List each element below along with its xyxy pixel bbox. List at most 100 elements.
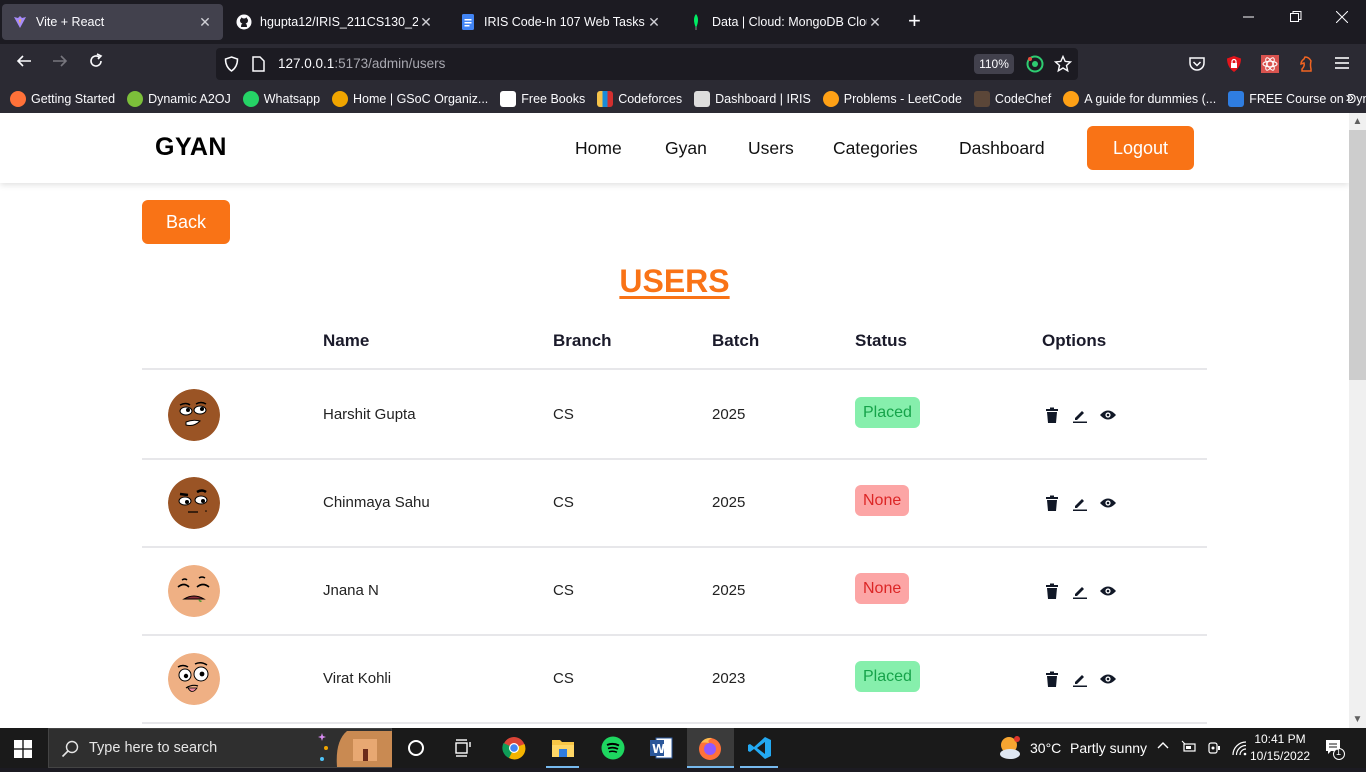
nav-gyan[interactable]: Gyan (665, 138, 707, 159)
ublock-shield-icon[interactable] (1225, 55, 1243, 78)
edit-pencil-icon[interactable] (1070, 405, 1090, 425)
close-tab-icon[interactable]: ✕ (867, 14, 883, 31)
whatsapp-icon (242, 90, 259, 107)
close-tab-icon[interactable]: ✕ (418, 14, 434, 31)
column-header-name: Name (323, 331, 370, 350)
logout-button[interactable]: Logout (1087, 126, 1194, 170)
close-tab-icon[interactable]: ✕ (646, 14, 662, 31)
bookmark-gsoc[interactable]: Home | GSoC Organiz... (332, 90, 488, 107)
zoom-level[interactable]: 110% (974, 54, 1014, 74)
nav-dashboard[interactable]: Dashboard (959, 138, 1045, 159)
taskbar-clock[interactable]: 10:41 PM 10/15/2022 (1250, 731, 1310, 765)
menu-hamburger-icon[interactable] (1334, 56, 1350, 75)
show-hidden-icons-chevron-icon[interactable] (1157, 738, 1169, 755)
reload-icon[interactable] (84, 52, 108, 75)
chrome-icon[interactable] (501, 735, 527, 761)
tab-vite-react[interactable]: Vite + React ✕ (2, 4, 223, 40)
table-row: Jnana N CS 2025 None (142, 548, 1207, 636)
extension-radar-icon[interactable] (1026, 55, 1044, 78)
cortana-icon[interactable] (403, 735, 429, 761)
page-title: USERS (0, 263, 1349, 300)
page-icon[interactable] (252, 56, 265, 77)
delete-trash-icon[interactable] (1042, 669, 1062, 689)
back-arrow-icon[interactable] (12, 52, 36, 75)
spotify-icon[interactable] (600, 735, 626, 761)
view-eye-icon[interactable] (1098, 581, 1118, 601)
pocket-icon[interactable] (1188, 56, 1206, 77)
nav-home[interactable]: Home (575, 138, 622, 159)
edit-pencil-icon[interactable] (1070, 493, 1090, 513)
tab-mongodb[interactable]: Data | Cloud: MongoDB Cloud ✕ (678, 4, 893, 40)
scroll-down-arrow-icon[interactable]: ▼ (1349, 711, 1366, 728)
minimize-button[interactable] (1243, 10, 1255, 28)
edit-pencil-icon[interactable] (1070, 581, 1090, 601)
bookmark-codechef[interactable]: CodeChef (973, 90, 1051, 107)
course-icon (1228, 90, 1245, 107)
bookmark-star-icon[interactable] (1053, 54, 1073, 78)
extension-react-icon[interactable] (1261, 55, 1279, 78)
extension-chess-knight-icon[interactable] (1297, 55, 1315, 78)
nav-categories[interactable]: Categories (833, 138, 918, 159)
task-view-icon[interactable] (450, 735, 476, 761)
camera-device-icon[interactable] (1207, 740, 1221, 759)
search-icon (61, 740, 79, 763)
user-branch: CS (553, 582, 574, 599)
view-eye-icon[interactable] (1098, 405, 1118, 425)
table-row: Chinmaya Sahu CS 2025 None (142, 460, 1207, 548)
delete-trash-icon[interactable] (1042, 581, 1062, 601)
bookmark-leetcode-problems[interactable]: Problems - LeetCode (822, 90, 962, 107)
bookmark-getting-started[interactable]: Getting Started (10, 90, 115, 107)
avatar (168, 477, 220, 529)
view-eye-icon[interactable] (1098, 669, 1118, 689)
url-text[interactable]: 127.0.0.1:5173/admin/users (278, 56, 445, 71)
close-tab-icon[interactable]: ✕ (197, 14, 213, 31)
bookmark-label: Codeforces (618, 91, 683, 106)
delete-trash-icon[interactable] (1042, 493, 1062, 513)
bookmark-guide-for-dummies[interactable]: A guide for dummies (... (1063, 90, 1216, 107)
weather-partly-sunny-icon[interactable] (997, 735, 1023, 761)
bookmark-dynamic-a2oj[interactable]: Dynamic A2OJ (127, 90, 231, 107)
page-scrollbar[interactable]: ▲ ▼ (1349, 113, 1366, 728)
notification-count: 1 (1336, 747, 1342, 757)
close-window-button[interactable] (1335, 10, 1349, 28)
view-eye-icon[interactable] (1098, 493, 1118, 513)
shield-icon[interactable] (224, 56, 239, 77)
tab-github[interactable]: hgupta12/IRIS_211CS130_2_MER ✕ (226, 4, 444, 40)
notification-center-icon[interactable]: 1 (1324, 738, 1346, 763)
bookmark-iris-dashboard[interactable]: Dashboard | IRIS (694, 90, 811, 107)
iris-icon (694, 90, 711, 107)
scroll-up-arrow-icon[interactable]: ▲ (1349, 113, 1366, 130)
firefox-icon[interactable] (697, 735, 723, 761)
brand-logo[interactable]: GYAN (155, 133, 227, 162)
wifi-signal-icon[interactable] (1231, 740, 1247, 759)
nav-users[interactable]: Users (748, 138, 794, 159)
bookmark-free-books[interactable]: Free Books (500, 90, 585, 107)
file-explorer-icon[interactable] (550, 735, 576, 761)
page-content: GYAN Home Gyan Users Categories Dashboar… (0, 113, 1349, 728)
bookmark-codeforces[interactable]: Codeforces (597, 90, 683, 107)
more-bookmarks-chevron-icon[interactable]: » (1346, 89, 1354, 106)
delete-trash-icon[interactable] (1042, 405, 1062, 425)
battery-plug-icon[interactable] (1181, 740, 1197, 757)
forward-arrow-icon[interactable] (48, 52, 72, 75)
bookmark-whatsapp[interactable]: Whatsapp (242, 90, 320, 107)
svg-text:W: W (652, 742, 665, 756)
scrollbar-thumb[interactable] (1349, 130, 1366, 380)
windows-start-icon[interactable] (14, 740, 32, 758)
user-batch: 2025 (712, 406, 746, 423)
row-options (1042, 581, 1126, 601)
vscode-icon[interactable] (747, 735, 773, 761)
edit-pencil-icon[interactable] (1070, 669, 1090, 689)
url-bar[interactable]: 127.0.0.1:5173/admin/users 110% (216, 48, 1078, 80)
microsoft-word-icon[interactable]: W (648, 735, 674, 761)
back-button[interactable]: Back (142, 200, 230, 244)
taskbar-search-box[interactable]: Type here to search (48, 728, 392, 768)
restore-button[interactable] (1290, 10, 1302, 28)
leetcode-icon (822, 90, 839, 107)
user-name: Jnana N (323, 582, 379, 599)
row-options (1042, 405, 1126, 425)
new-tab-button[interactable]: + (908, 10, 921, 32)
weather-description[interactable]: Partly sunny (1070, 740, 1147, 756)
weather-temperature[interactable]: 30°C (1030, 740, 1061, 756)
tab-google-docs[interactable]: IRIS Code-In 107 Web Tasks - Go ✕ (450, 4, 672, 40)
